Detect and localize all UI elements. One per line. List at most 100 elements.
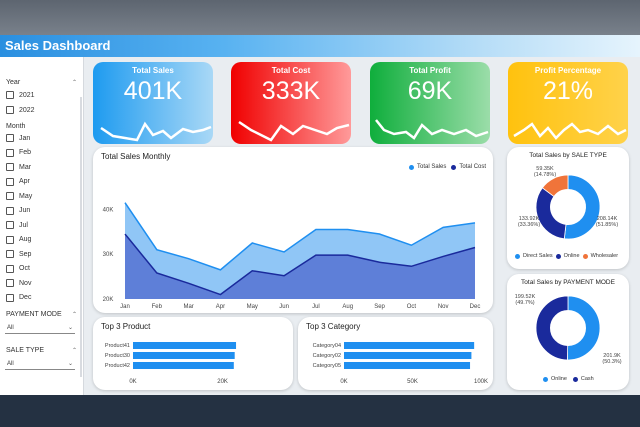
x-tick-label: 0K [340, 379, 347, 385]
chart-title: Total Sales by SALE TYPE [529, 152, 607, 159]
legend-dot-icon [572, 376, 578, 382]
bar[interactable] [344, 362, 471, 369]
month-option-jun[interactable]: Jun [6, 206, 30, 216]
checkbox-icon[interactable] [6, 163, 14, 171]
bar[interactable] [344, 342, 475, 349]
checkbox-icon[interactable] [6, 148, 14, 157]
month-option-sep[interactable]: Sep [6, 249, 31, 259]
checkbox-icon[interactable] [6, 206, 14, 215]
legend-dot-icon [543, 376, 548, 382]
bar-category-label: Product30 [105, 353, 130, 359]
checkbox-icon[interactable] [6, 221, 14, 229]
chart-title: Top 3 Category [306, 322, 361, 331]
donut-slice[interactable] [563, 174, 601, 240]
background-footer [0, 392, 640, 427]
checkbox-icon[interactable] [6, 279, 14, 287]
top-product-card[interactable]: Top 3 Product Product41 Product30 Product4… [93, 317, 293, 390]
year-filter-label: Year [6, 79, 21, 86]
checkbox-icon[interactable] [6, 177, 14, 186]
year-option-2021[interactable]: 2021 [6, 90, 35, 100]
area-chart[interactable]: 20K 30K 40K Jan Feb Mar Apr May Jun Jul Aug Sep Oct N… [93, 147, 493, 313]
payment-mode-dropdown[interactable]: All ⌄ [5, 323, 75, 334]
dashboard-frame: Sales Dashboard Year ⌃ 2021 2022 Month P… [0, 35, 640, 395]
x-tick-label: 50K [407, 379, 418, 385]
bar-category-label: Category02 [313, 353, 341, 359]
checkbox-icon[interactable] [6, 106, 14, 114]
chart-title: Total Sales by PAYMENT MODE [521, 279, 615, 286]
payment-mode-donut[interactable]: 199.52K(49.7%)201.9K(50.3%) [507, 274, 629, 390]
chart-title: Top 3 Product [101, 322, 151, 331]
kpi-total-sales[interactable]: Total Sales 401K [93, 62, 213, 144]
checkbox-icon[interactable] [6, 91, 14, 99]
bar[interactable] [133, 342, 237, 349]
month-option-mar[interactable]: Mar [6, 162, 31, 172]
payment-mode-card[interactable]: Total Sales by PAYMENT MODE 199.52K (49.7… [507, 274, 629, 390]
month-option-dec[interactable]: Dec [6, 293, 31, 303]
bar[interactable] [344, 352, 472, 359]
x-tick-label: Feb [152, 304, 163, 310]
month-option-jan[interactable]: Jan [6, 133, 30, 143]
month-option-feb[interactable]: Feb [6, 148, 31, 158]
x-tick-label: 100K [474, 379, 488, 385]
bar[interactable] [133, 352, 235, 359]
legend-dot-icon [409, 164, 414, 170]
x-tick-label: Aug [342, 304, 353, 310]
checkbox-icon[interactable] [6, 192, 14, 200]
sale-type-card[interactable]: Total Sales by SALE TYPE 59.35K (14.78%) 1… [507, 147, 629, 269]
x-tick-label: Sep [374, 304, 385, 310]
month-option-oct[interactable]: Oct [6, 264, 30, 274]
chart-title: Total Sales Monthly [101, 152, 171, 161]
sidebar-scrollbar[interactable] [80, 97, 82, 377]
x-tick-label: Mar [183, 304, 193, 310]
x-tick-label: 0K [129, 379, 136, 385]
chevron-up-icon[interactable]: ⌃ [72, 79, 77, 86]
y-tick-label: 40K [103, 207, 114, 213]
chevron-down-icon: ⌄ [67, 361, 73, 367]
total-sales-monthly-card[interactable]: Total Sales Monthly Total Sales Total Co… [93, 147, 493, 313]
donut-slice[interactable] [535, 295, 569, 361]
month-filter-label: Month [6, 123, 26, 130]
x-tick-label: Nov [438, 304, 449, 310]
y-tick-label: 30K [103, 252, 114, 258]
filter-sidebar: Year ⌃ 2021 2022 Month PAYMENT MODE ⌃ Al… [0, 57, 84, 395]
month-option-may[interactable]: May [6, 191, 32, 201]
month-option-nov[interactable]: Nov [6, 278, 31, 288]
checkbox-icon[interactable] [6, 293, 14, 302]
chevron-up-icon[interactable]: ⌃ [72, 311, 77, 318]
payment-mode-label: PAYMENT MODE [6, 311, 62, 318]
checkbox-icon[interactable] [6, 235, 14, 244]
kpi-profit-percentage[interactable]: Profit Percentage 21% [508, 62, 628, 144]
sale-type-label: SALE TYPE [6, 347, 45, 354]
checkbox-icon[interactable] [6, 250, 14, 258]
donut-data-label: (50.3%) [602, 359, 621, 365]
checkbox-icon[interactable] [6, 264, 14, 273]
checkbox-icon[interactable] [6, 134, 14, 142]
x-tick-label: Jul [312, 304, 320, 310]
sale-type-donut[interactable]: 59.35K(14.78%)133.92K(33.36%)208.14K(51.… [507, 147, 629, 269]
bar-category-label: Product41 [105, 343, 130, 349]
year-option-2022[interactable]: 2022 [6, 105, 35, 115]
donut-slice[interactable] [535, 187, 567, 240]
bar[interactable] [133, 362, 234, 369]
top-category-card[interactable]: Top 3 Category Category04 Category02 Categ… [298, 317, 493, 390]
bar-category-label: Category05 [313, 363, 341, 369]
donut-data-label: (33.36%) [518, 222, 540, 228]
month-option-aug[interactable]: Aug [6, 235, 31, 245]
sale-type-dropdown[interactable]: All ⌄ [5, 359, 75, 370]
chart-legend: Online Cash [543, 376, 594, 382]
chart-legend: Total Sales Total Cost [409, 164, 486, 170]
x-tick-label: Apr [216, 304, 225, 310]
x-tick-label: Jan [120, 304, 130, 310]
x-tick-label: Jun [279, 304, 289, 310]
bar-category-label: Category04 [313, 343, 341, 349]
chevron-up-icon[interactable]: ⌃ [72, 347, 77, 354]
month-option-apr[interactable]: Apr [6, 177, 30, 187]
donut-data-label: (51.85%) [596, 222, 618, 228]
x-tick-label: 20K [217, 379, 228, 385]
month-option-jul[interactable]: Jul [6, 220, 28, 230]
x-tick-label: Oct [407, 304, 417, 310]
kpi-total-cost[interactable]: Total Cost 333K [231, 62, 351, 144]
bar-category-label: Product42 [105, 363, 130, 369]
donut-slice[interactable] [566, 295, 601, 361]
kpi-total-profit[interactable]: Total Profit 69K [370, 62, 490, 144]
